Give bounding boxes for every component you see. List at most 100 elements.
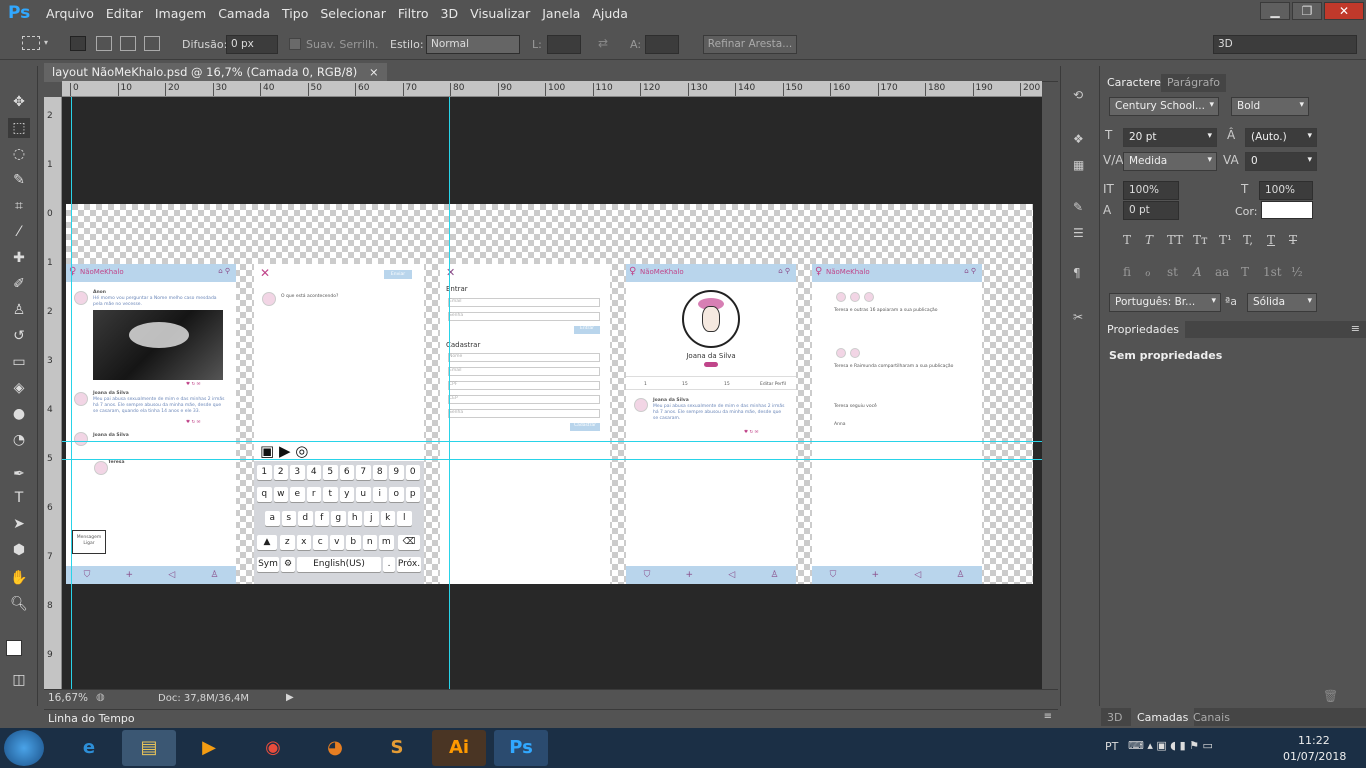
tools-icon[interactable]: ✂ xyxy=(1073,310,1083,324)
status-menu-arrow-icon[interactable]: ▶ xyxy=(286,692,294,703)
language-indicator[interactable]: PT xyxy=(1105,740,1118,753)
zoom-tool-icon[interactable]: 🔍︎ xyxy=(8,594,30,614)
tab-paragrafo[interactable]: Parágrafo xyxy=(1161,74,1226,92)
hand-tool-icon[interactable]: ✋ xyxy=(8,568,30,588)
swap-icon[interactable]: ⇄ xyxy=(598,36,608,50)
vertical-scale-input[interactable]: 100% xyxy=(1123,181,1179,200)
chevron-down-icon[interactable]: ▾ xyxy=(44,38,48,47)
tab-3d[interactable]: 3D xyxy=(1107,711,1122,724)
trash-icon[interactable]: 🗑︎ xyxy=(1323,689,1338,703)
chrome-icon[interactable]: ◉ xyxy=(246,730,300,766)
move-tool-icon[interactable]: ✥ xyxy=(8,92,30,112)
paint-bucket-icon[interactable]: ◈ xyxy=(8,378,30,398)
superscript-button[interactable]: T¹ xyxy=(1219,233,1232,247)
eyedropper-icon[interactable]: ⁄ xyxy=(8,222,30,242)
paragraph-styles-icon[interactable]: ¶ xyxy=(1073,266,1081,280)
tab-propriedades[interactable]: Propriedades xyxy=(1101,321,1185,339)
media-player-icon[interactable]: ▶ xyxy=(182,730,236,766)
document-tab[interactable]: layout NãoMeKhalo.psd @ 16,7% (Camada 0,… xyxy=(44,63,387,82)
estilo-select[interactable]: Normal xyxy=(426,35,520,54)
alternates-button[interactable]: ℴ xyxy=(1145,265,1151,279)
faux-bold-button[interactable]: T xyxy=(1123,233,1131,247)
canvas-workspace[interactable]: ♀ NãoMeKhalo ⌂ ⚲ Anon Hé momo vou pergun… xyxy=(62,97,1042,689)
faux-italic-button[interactable]: T xyxy=(1145,233,1153,247)
chat-bubble[interactable]: Mensagem Ligar xyxy=(72,530,106,554)
start-button[interactable] xyxy=(4,730,44,766)
close-button[interactable]: ✕ xyxy=(1324,2,1364,20)
panel-menu-icon[interactable]: ≡ xyxy=(1044,711,1052,722)
all-caps-button[interactable]: TT xyxy=(1167,233,1183,247)
menu-tipo[interactable]: Tipo xyxy=(276,6,314,21)
history-icon[interactable]: ⟲ xyxy=(1073,88,1083,102)
titling-button[interactable]: T xyxy=(1241,265,1249,279)
add-selection-icon[interactable] xyxy=(96,36,112,51)
brush-tool-icon[interactable]: ✐ xyxy=(8,274,30,294)
new-selection-icon[interactable] xyxy=(70,36,86,51)
swatches-icon[interactable]: ❖ xyxy=(1073,132,1084,146)
menu-3d[interactable]: 3D xyxy=(435,6,465,21)
history-brush-icon[interactable]: ↺ xyxy=(8,326,30,346)
text-color-swatch[interactable] xyxy=(1261,201,1313,219)
horizontal-guide[interactable] xyxy=(62,441,1042,442)
adjustments-icon[interactable]: ☰ xyxy=(1073,226,1084,240)
menu-filtro[interactable]: Filtro xyxy=(392,6,435,21)
timeline-tab[interactable]: Linha do Tempo xyxy=(48,712,135,725)
menu-ajuda[interactable]: Ajuda xyxy=(586,6,634,21)
quick-select-icon[interactable]: ✎ xyxy=(8,170,30,190)
menu-editar[interactable]: Editar xyxy=(100,6,149,21)
clone-stamp-icon[interactable]: ♙ xyxy=(8,300,30,320)
strikethrough-button[interactable]: T xyxy=(1289,233,1297,247)
brush-presets-icon[interactable]: ✎ xyxy=(1073,200,1083,214)
workspace-select[interactable]: 3D xyxy=(1213,35,1357,54)
illustrator-icon[interactable]: Ai xyxy=(432,730,486,766)
quick-mask-icon[interactable]: ◫ xyxy=(8,670,30,690)
discretionary-ligatures-button[interactable]: st xyxy=(1167,265,1178,279)
font-size-input[interactable]: 20 pt xyxy=(1123,128,1217,147)
swash-button[interactable]: A xyxy=(1193,265,1202,279)
eraser-icon[interactable]: ▭ xyxy=(8,352,30,372)
shape-tool-icon[interactable]: ⬢ xyxy=(8,540,30,560)
kerning-select[interactable]: Medida xyxy=(1123,152,1217,171)
blur-tool-icon[interactable]: ● xyxy=(8,404,30,424)
crop-tool-icon[interactable]: ⌗ xyxy=(8,196,30,216)
fractions-button[interactable]: ½ xyxy=(1291,265,1303,279)
marquee-tool-icon[interactable] xyxy=(22,36,40,50)
tab-camadas[interactable]: Camadas xyxy=(1131,708,1195,727)
firefox-icon[interactable]: ◕ xyxy=(308,730,362,766)
foreground-color-swatch[interactable] xyxy=(6,640,22,656)
panel-menu-icon[interactable]: ≡ xyxy=(1351,322,1360,335)
font-style-select[interactable]: Bold xyxy=(1231,97,1309,116)
menu-imagem[interactable]: Imagem xyxy=(149,6,212,21)
width-input[interactable] xyxy=(547,35,581,54)
stylistic-alternates-button[interactable]: aa xyxy=(1215,265,1229,279)
minimize-button[interactable]: ▁ xyxy=(1260,2,1290,20)
tab-canais[interactable]: Canais xyxy=(1193,711,1230,724)
zoom-level[interactable]: 16,67% xyxy=(48,692,88,704)
intersect-selection-icon[interactable] xyxy=(144,36,160,51)
explorer-icon[interactable]: ▤ xyxy=(122,730,176,766)
tracking-input[interactable]: 0 xyxy=(1245,152,1317,171)
subtract-selection-icon[interactable] xyxy=(120,36,136,51)
vertical-guide[interactable] xyxy=(71,97,72,689)
font-family-select[interactable]: Century School... xyxy=(1109,97,1219,116)
tab-caractere[interactable]: Caractere xyxy=(1101,74,1167,92)
menu-arquivo[interactable]: Arquivo xyxy=(40,6,100,21)
vertical-guide[interactable] xyxy=(449,97,450,689)
healing-brush-icon[interactable]: ✚ xyxy=(8,248,30,268)
type-tool-icon[interactable]: T xyxy=(8,488,30,508)
horizontal-guide[interactable] xyxy=(62,459,1042,460)
close-tab-icon[interactable]: × xyxy=(369,65,379,79)
difusao-input[interactable]: 0 px xyxy=(226,35,278,54)
menu-camada[interactable]: Camada xyxy=(212,6,276,21)
menu-janela[interactable]: Janela xyxy=(536,6,586,21)
grid-icon[interactable]: ▦ xyxy=(1073,158,1084,172)
clock-date[interactable]: 01/07/2018 xyxy=(1283,750,1346,763)
subscript-button[interactable]: T, xyxy=(1243,233,1253,247)
anti-alias-checkbox[interactable] xyxy=(289,38,301,50)
ie-icon[interactable]: e xyxy=(62,730,116,766)
pen-tool-icon[interactable]: ✒ xyxy=(8,464,30,484)
dodge-tool-icon[interactable]: ◔ xyxy=(8,430,30,450)
marquee-tool-icon[interactable]: ⬚ xyxy=(8,118,30,138)
tray-icons[interactable]: ⌨ ▴ ▣ ◖ ▮ ⚑ ▭ xyxy=(1128,739,1213,752)
antialias-select[interactable]: Sólida xyxy=(1247,293,1317,312)
